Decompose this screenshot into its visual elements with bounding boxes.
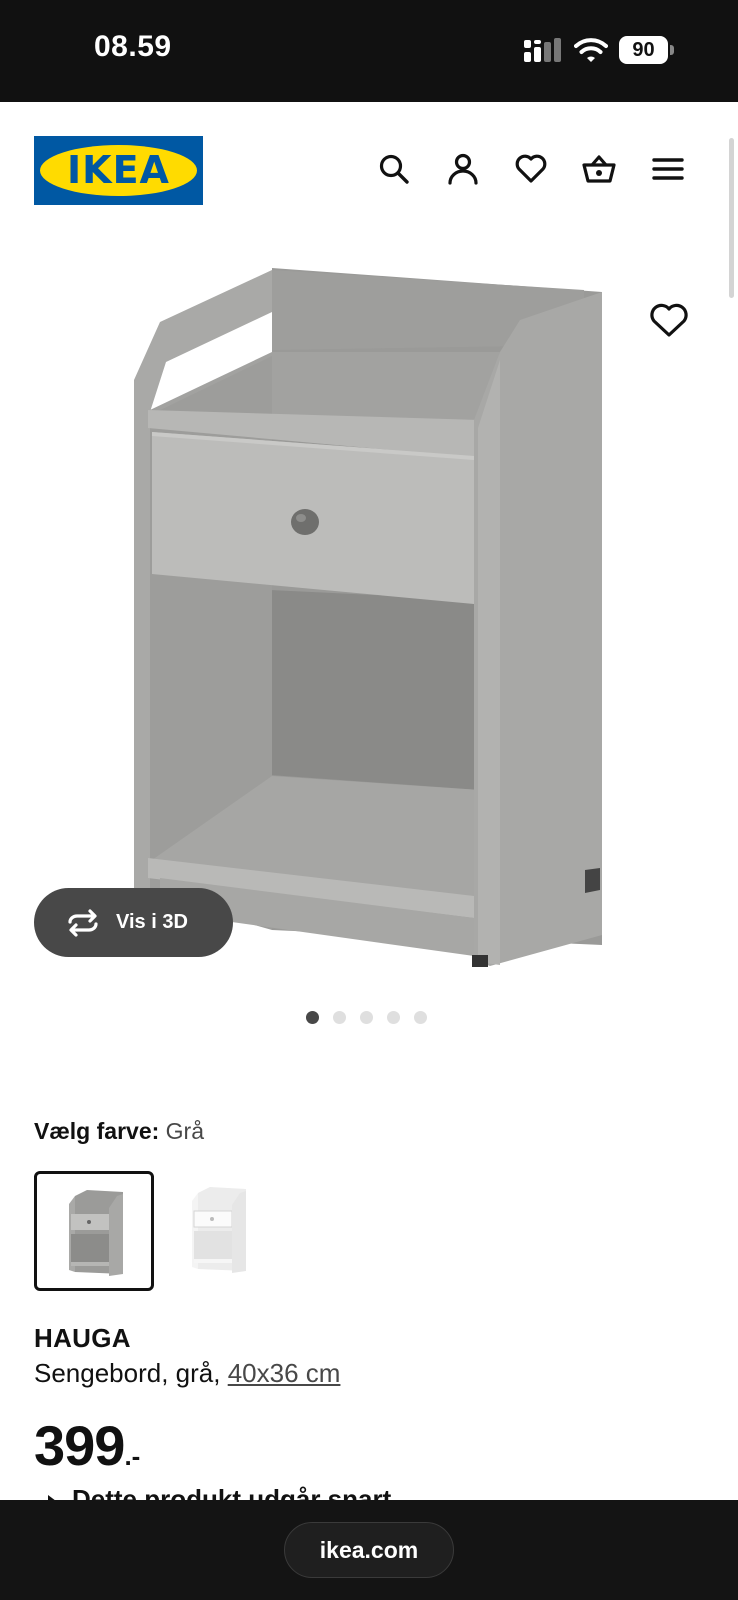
search-icon[interactable]	[377, 152, 411, 186]
menu-icon[interactable]	[651, 152, 685, 186]
view-in-3d-label: Vis i 3D	[116, 911, 188, 933]
account-icon[interactable]	[446, 152, 480, 186]
color-label-text: Vælg farve:	[34, 1118, 160, 1144]
price-amount: 399	[34, 1414, 125, 1477]
browser-bottom-bar: ikea.com	[0, 1500, 738, 1600]
color-option-white[interactable]	[160, 1171, 280, 1291]
product-name: HAUGA	[34, 1323, 131, 1353]
gallery-dot-5[interactable]	[414, 1011, 427, 1024]
white-nightstand-thumbnail	[192, 1187, 246, 1273]
status-time: 08.59	[94, 30, 172, 63]
gallery-dot-3[interactable]	[360, 1011, 373, 1024]
selected-color-value: Grå	[165, 1118, 204, 1144]
battery-icon: 90	[619, 36, 674, 64]
price-suffix: .-	[124, 1441, 141, 1471]
product-image[interactable]	[0, 237, 738, 997]
status-bar: 08.59 90	[0, 0, 738, 102]
gallery-pagination	[306, 1011, 427, 1025]
product-size-link[interactable]: 40x36 cm	[228, 1358, 341, 1388]
gallery-dot-2[interactable]	[333, 1011, 346, 1024]
signal-icon	[524, 38, 561, 62]
site-header: IKEA	[0, 102, 738, 237]
gallery-dot-4[interactable]	[387, 1011, 400, 1024]
gallery-dot-1[interactable]	[306, 1011, 319, 1024]
rotate-3d-icon	[68, 909, 98, 937]
color-option-grey[interactable]	[34, 1171, 154, 1291]
product-description: Sengebord, grå, 40x36 cm	[34, 1358, 340, 1389]
product-price: 399.-	[34, 1413, 140, 1478]
add-to-wishlist-icon[interactable]	[648, 302, 690, 340]
wishlist-icon[interactable]	[514, 152, 548, 186]
grey-nightstand-thumbnail	[69, 1190, 123, 1276]
product-description-text: Sengebord, grå,	[34, 1358, 221, 1388]
address-bar[interactable]: ikea.com	[284, 1522, 454, 1578]
color-selector-label: Vælg farve: Grå	[34, 1118, 204, 1145]
view-in-3d-button[interactable]: Vis i 3D	[34, 888, 233, 957]
ikea-logo[interactable]: IKEA	[34, 136, 203, 205]
logo-text: IKEA	[67, 148, 170, 192]
cart-icon[interactable]	[582, 152, 616, 186]
wifi-icon	[574, 38, 608, 62]
battery-level: 90	[632, 39, 655, 61]
